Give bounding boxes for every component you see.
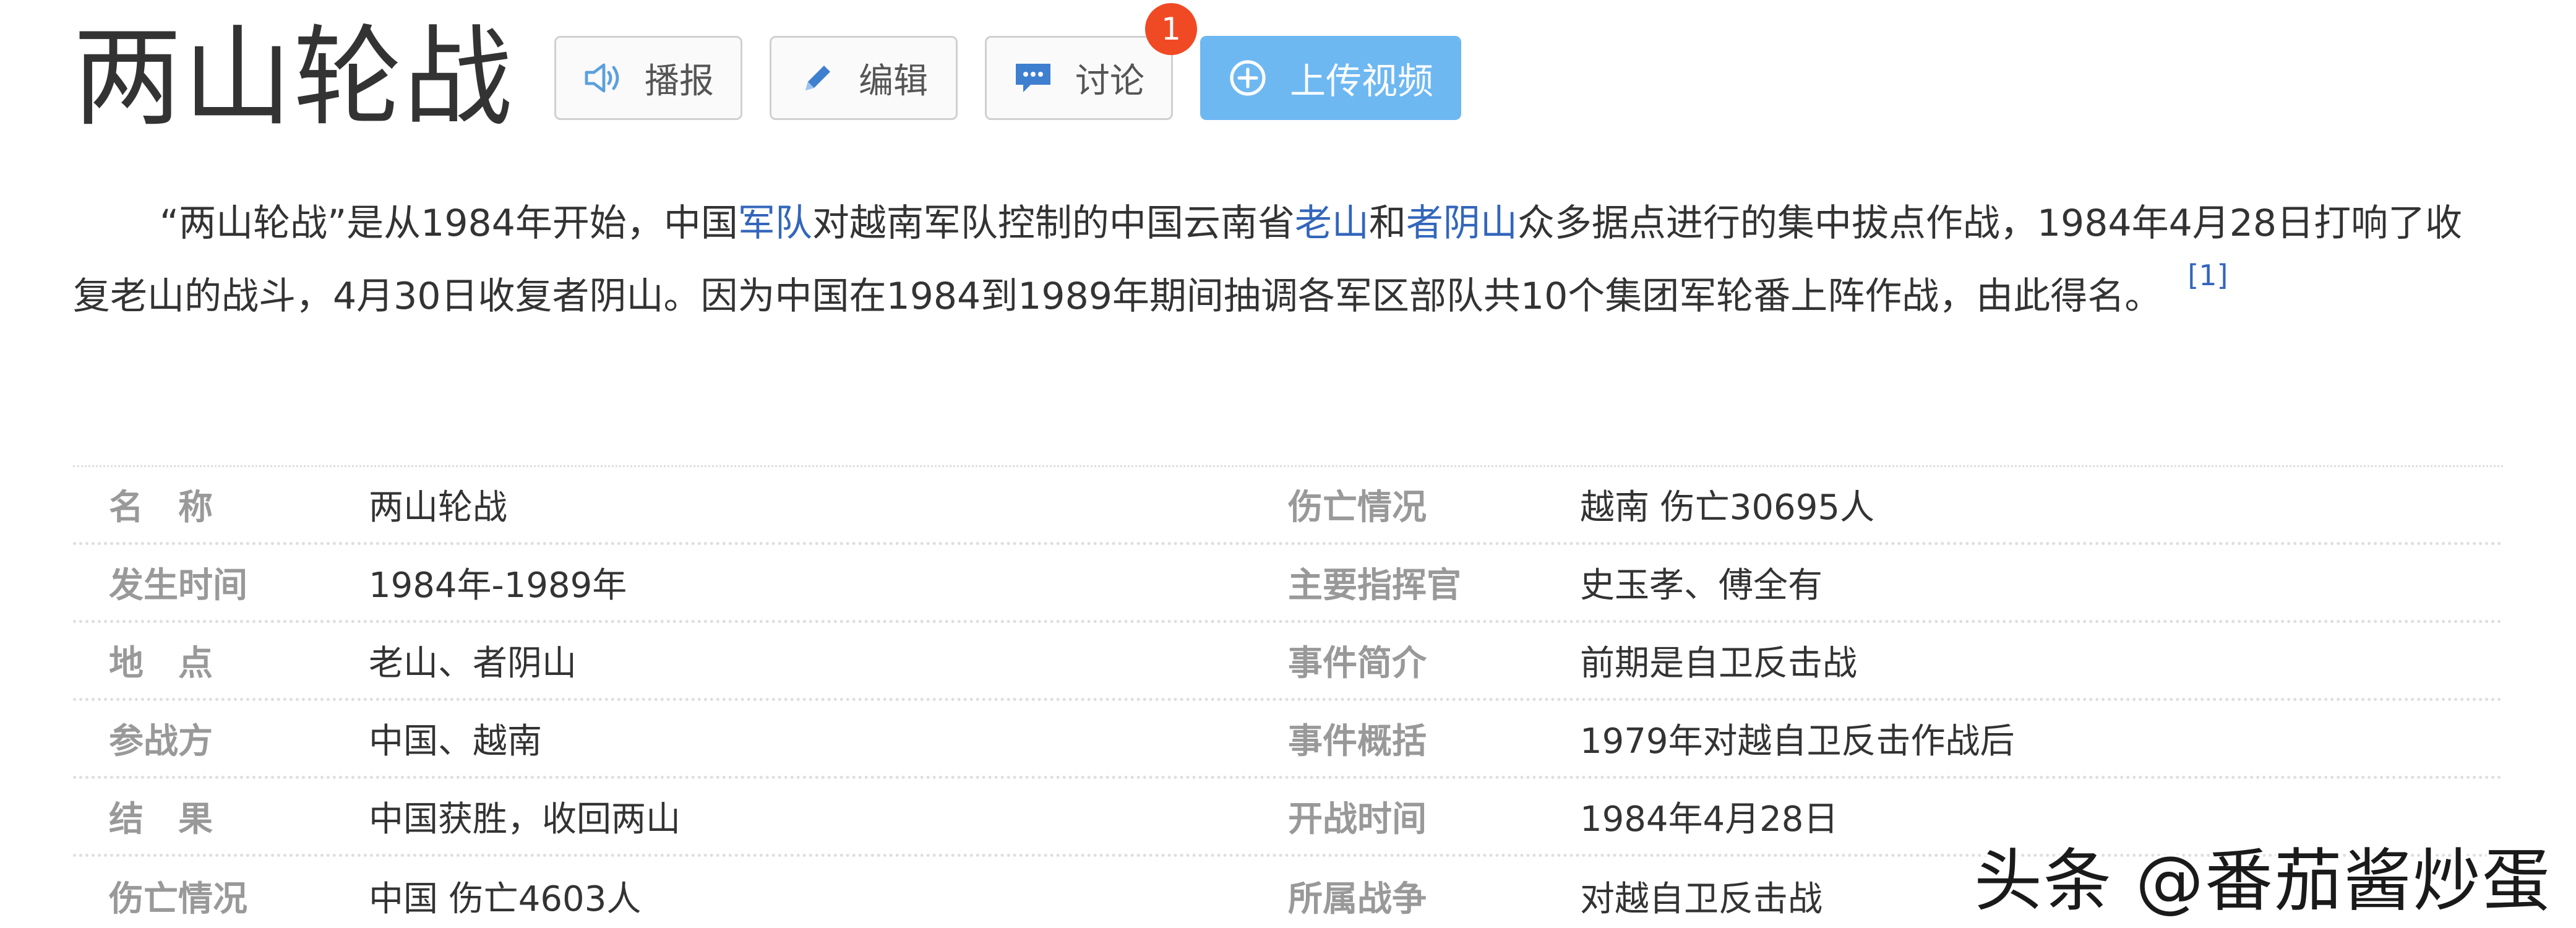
info-value: 对越自卫反击战 xyxy=(1580,879,1823,919)
info-cell-right: 伤亡情况 越南 伤亡30695人 xyxy=(1288,479,2503,530)
info-value: 1984年4月28日 xyxy=(1580,799,1839,840)
info-value: 越南 伤亡30695人 xyxy=(1580,488,1874,528)
info-label: 地 点 xyxy=(109,643,213,684)
title-row: 两山轮战 播报 编辑 讨论 1 上传视频 xyxy=(73,3,1488,141)
notification-badge: 1 xyxy=(1145,3,1198,55)
info-cell-left: 伤亡情况 中国 伤亡4603人 xyxy=(73,871,1288,921)
info-label: 所属战争 xyxy=(1288,879,1427,919)
info-value: 1984年-1989年 xyxy=(369,565,627,606)
info-cell-right: 事件概括 1979年对越自卫反击作战后 xyxy=(1288,713,2503,763)
info-value: 史玉孝、傅全有 xyxy=(1580,565,1823,606)
info-label: 结 果 xyxy=(109,799,213,840)
edit-button[interactable]: 编辑 xyxy=(770,36,958,120)
info-cell-left: 参战方 中国、越南 xyxy=(73,713,1288,763)
info-value: 中国、越南 xyxy=(369,721,542,762)
info-label: 伤亡情况 xyxy=(1288,488,1427,528)
info-label: 开战时间 xyxy=(1288,799,1427,840)
info-value: 中国获胜，收回两山 xyxy=(369,799,680,840)
info-label: 伤亡情况 xyxy=(109,879,247,919)
info-label: 发生时间 xyxy=(109,565,247,606)
info-label: 事件概括 xyxy=(1288,721,1427,762)
edit-button-label: 编辑 xyxy=(859,61,929,101)
link-zheyinshan[interactable]: 者阴山 xyxy=(1406,202,1518,245)
summary-text: “两山轮战”是从1984年开始，中国 xyxy=(160,202,738,245)
upload-video-button[interactable]: 上传视频 xyxy=(1200,36,1462,120)
info-cell-left: 名 称 两山轮战 xyxy=(73,479,1288,530)
info-value: 两山轮战 xyxy=(369,488,507,528)
info-cell-right: 主要指挥官 史玉孝、傅全有 xyxy=(1288,557,2503,608)
info-value: 中国 伤亡4603人 xyxy=(369,879,642,919)
discuss-button[interactable]: 讨论 1 xyxy=(985,3,1198,120)
summary-text: 对越南军队控制的中国云南省 xyxy=(812,202,1295,245)
reference-link[interactable]: [1] xyxy=(2187,259,2228,292)
info-label: 主要指挥官 xyxy=(1288,565,1461,606)
info-row: 参战方 中国、越南 事件概括 1979年对越自卫反击作战后 xyxy=(73,701,2503,779)
summary-text: 和 xyxy=(1368,202,1406,245)
info-cell-right: 事件简介 前期是自卫反击战 xyxy=(1288,635,2503,685)
info-value: 老山、者阴山 xyxy=(369,643,577,684)
info-cell-left: 地 点 老山、者阴山 xyxy=(73,635,1288,685)
discuss-button-label: 讨论 xyxy=(1075,61,1145,101)
play-button[interactable]: 播报 xyxy=(554,36,743,120)
watermark: 头条 @番茄酱炒蛋 xyxy=(1972,839,2552,923)
info-value: 1979年对越自卫反击作战后 xyxy=(1580,721,2015,762)
link-laoshan[interactable]: 老山 xyxy=(1295,202,1369,245)
play-button-label: 播报 xyxy=(645,61,715,101)
info-row: 发生时间 1984年-1989年 主要指挥官 史玉孝、傅全有 xyxy=(73,545,2503,623)
chat-bubble-icon xyxy=(1013,60,1053,96)
upload-video-button-label: 上传视频 xyxy=(1290,60,1434,102)
summary-paragraph: “两山轮战”是从1984年开始，中国军队对越南军队控制的中国云南省老山和者阴山众… xyxy=(73,187,2486,333)
page: 两山轮战 播报 编辑 讨论 1 上传视频 “两山轮战”是从1984年开始，中国军… xyxy=(0,0,2576,928)
info-label: 参战方 xyxy=(109,721,213,762)
page-title: 两山轮战 xyxy=(73,14,514,141)
info-value: 前期是自卫反击战 xyxy=(1580,643,1857,684)
info-label: 事件简介 xyxy=(1288,643,1427,684)
info-label: 名 称 xyxy=(109,488,213,528)
info-cell-left: 结 果 中国获胜，收回两山 xyxy=(73,791,1288,841)
speaker-icon xyxy=(583,61,622,95)
info-row: 名 称 两山轮战 伤亡情况 越南 伤亡30695人 xyxy=(73,467,2503,545)
info-row: 地 点 老山、者阴山 事件简介 前期是自卫反击战 xyxy=(73,623,2503,701)
info-cell-left: 发生时间 1984年-1989年 xyxy=(73,557,1288,608)
plus-circle-icon xyxy=(1228,58,1268,98)
link-army[interactable]: 军队 xyxy=(738,202,812,245)
pencil-icon xyxy=(799,59,836,97)
